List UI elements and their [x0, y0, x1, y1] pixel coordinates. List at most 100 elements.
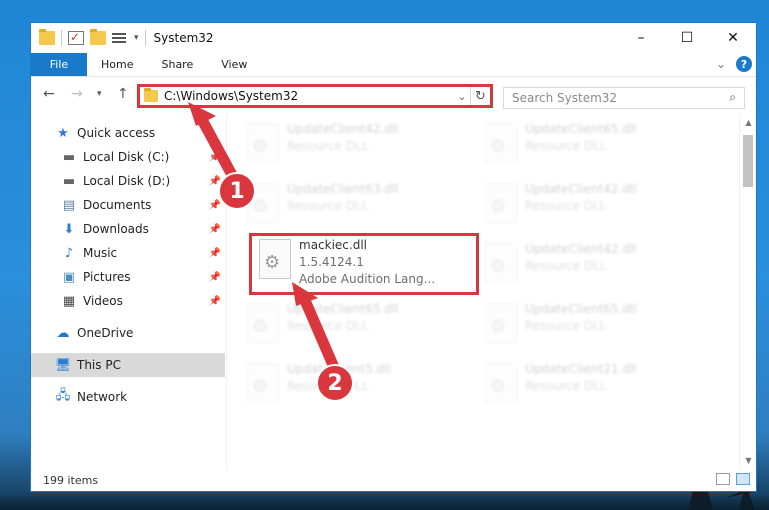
sidebar-item-label: Music	[83, 246, 118, 260]
divider	[61, 30, 62, 46]
file-name: UpdateClient65.dll	[287, 302, 399, 316]
dll-file-icon	[485, 183, 517, 223]
pin-icon: 📌	[208, 247, 221, 259]
sidebar-item-downloads[interactable]: ⬇ Downloads 📌	[61, 217, 225, 241]
up-arrow-icon[interactable]: ↑	[117, 86, 129, 102]
status-bar: 199 items	[31, 469, 756, 491]
tab-file[interactable]: File	[31, 53, 87, 76]
sidebar-item-label: Documents	[83, 198, 152, 212]
sidebar-item-label: Local Disk (D:)	[83, 174, 171, 188]
refresh-icon[interactable]: ↻	[470, 87, 490, 105]
recent-locations-icon[interactable]: ▾	[97, 89, 102, 99]
sidebar-item-this-pc[interactable]: 🖥 This PC	[31, 353, 225, 377]
help-icon[interactable]: ?	[736, 56, 752, 72]
file-item[interactable]: UpdateClient42.dll Resource DLL	[475, 237, 705, 289]
drive-icon: ▬	[62, 149, 76, 165]
pin-icon: 📌	[208, 223, 221, 235]
sidebar-item-documents[interactable]: ▤ Documents 📌	[61, 193, 225, 217]
sidebar-item-label: Videos	[83, 294, 123, 308]
computer-icon: 🖥	[54, 357, 72, 373]
new-folder-icon[interactable]	[90, 29, 106, 45]
sidebar-item-music[interactable]: ♪ Music 📌	[61, 241, 225, 265]
file-item[interactable]: UpdateClient63.dll Resource DLL	[237, 177, 467, 229]
title-bar: ▾ System32 – ☐ ✕	[31, 23, 756, 53]
address-bar[interactable]: C:\Windows\System32 ⌄ ↻	[137, 84, 493, 108]
window-controls: – ☐ ✕	[618, 23, 756, 53]
maximize-button[interactable]: ☐	[664, 23, 710, 53]
sidebar-item-local-disk-d[interactable]: ▬ Local Disk (D:) 📌	[61, 169, 225, 193]
tiles-view-icon[interactable]	[736, 473, 750, 485]
customize-toolbar-icon[interactable]	[112, 31, 128, 45]
scroll-up-icon[interactable]: ▲	[740, 115, 756, 131]
ribbon-right-controls: ⌄ ?	[716, 56, 752, 72]
sidebar-item-network[interactable]: 🖧 Network	[55, 385, 225, 409]
file-item[interactable]: UpdateClient21.dll Resource DLL	[475, 357, 705, 409]
file-item[interactable]: UpdateClient42.dll Resource DLL	[237, 117, 467, 169]
sidebar-item-local-disk-c[interactable]: ▬ Local Disk (C:) 📌	[61, 145, 225, 169]
vertical-scrollbar[interactable]: ▲ ▼	[739, 115, 756, 469]
file-name: UpdateClient42.dll	[525, 182, 637, 196]
explorer-window: ▾ System32 – ☐ ✕ File Home Share View ⌄ …	[30, 22, 757, 492]
pin-icon: 📌	[208, 295, 221, 307]
pin-icon: 📌	[208, 151, 221, 163]
documents-icon: ▤	[62, 197, 76, 213]
sidebar-item-videos[interactable]: ▦ Videos 📌	[61, 289, 225, 313]
dll-file-icon	[259, 239, 291, 279]
back-arrow-icon[interactable]: ←	[43, 86, 55, 102]
sidebar-item-label: Downloads	[83, 222, 149, 236]
scroll-down-icon[interactable]: ▼	[740, 453, 756, 469]
pin-icon: 📌	[208, 271, 221, 283]
star-icon: ★	[57, 125, 69, 141]
cloud-icon: ☁	[56, 325, 70, 341]
chevron-down-icon[interactable]: ⌄	[454, 90, 470, 103]
forward-arrow-icon[interactable]: →	[71, 86, 83, 102]
file-description: Resource DLL	[287, 199, 369, 213]
dll-file-icon	[247, 303, 279, 343]
target-file-item[interactable]: mackiec.dll 1.5.4124.1 Adobe Audition La…	[249, 233, 479, 295]
sidebar-item-label: OneDrive	[77, 326, 134, 340]
sidebar-item-pictures[interactable]: ▣ Pictures 📌	[61, 265, 225, 289]
sidebar-item-onedrive[interactable]: ☁ OneDrive	[55, 321, 225, 345]
file-description: Resource DLL	[287, 139, 369, 153]
file-description: Resource DLL	[525, 259, 607, 273]
pictures-icon: ▣	[62, 269, 76, 285]
dll-file-icon	[247, 123, 279, 163]
address-path[interactable]: C:\Windows\System32	[164, 89, 454, 103]
search-input[interactable]: Search System32 ⌕	[503, 87, 745, 109]
view-toggle	[716, 473, 750, 485]
sidebar-item-label: Local Disk (C:)	[83, 150, 170, 164]
file-name: UpdateClient42.dll	[525, 242, 637, 256]
dll-file-icon	[485, 123, 517, 163]
dll-file-icon	[485, 363, 517, 403]
file-item[interactable]: UpdateClient65.dll Resource DLL	[475, 117, 705, 169]
network-icon: 🖧	[55, 388, 71, 403]
tab-share[interactable]: Share	[147, 53, 207, 76]
expand-ribbon-icon[interactable]: ⌄	[716, 57, 726, 71]
details-view-icon[interactable]	[716, 473, 730, 485]
step-badge-2: 2	[316, 364, 354, 402]
chevron-down-icon[interactable]: ▾	[134, 33, 139, 43]
minimize-button[interactable]: –	[618, 23, 664, 53]
file-version: 1.5.4124.1	[299, 255, 364, 269]
sidebar-item-quick-access[interactable]: ★ Quick access	[55, 121, 225, 145]
scroll-thumb[interactable]	[743, 135, 753, 187]
step-badge-1: 1	[218, 172, 256, 210]
quick-access-toolbar: ▾	[39, 23, 139, 53]
folder-icon	[39, 29, 55, 45]
file-list: UpdateClient42.dll Resource DLL UpdateCli…	[227, 115, 756, 469]
videos-icon: ▦	[62, 293, 76, 309]
file-description: Resource DLL	[525, 139, 607, 153]
file-name: UpdateClient21.dll	[525, 362, 637, 376]
file-item[interactable]: UpdateClient65.dll Resource DLL	[475, 297, 705, 349]
search-icon[interactable]: ⌕	[729, 90, 736, 105]
sidebar-item-label: Quick access	[77, 126, 156, 140]
close-button[interactable]: ✕	[710, 23, 756, 53]
file-item[interactable]: UpdateClient65.dll Resource DLL	[237, 297, 467, 349]
sidebar-item-label: Pictures	[83, 270, 131, 284]
tab-home[interactable]: Home	[87, 53, 147, 76]
tab-view[interactable]: View	[207, 53, 261, 76]
pin-icon: 📌	[208, 199, 221, 211]
drive-icon: ▬	[62, 173, 76, 189]
properties-icon[interactable]	[68, 30, 84, 45]
file-item[interactable]: UpdateClient42.dll Resource DLL	[475, 177, 705, 229]
